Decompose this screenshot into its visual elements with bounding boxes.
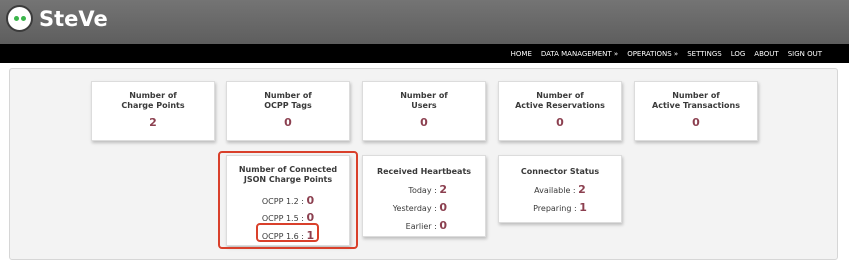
tile-title-line2: Active Transactions [652, 101, 740, 110]
tile-value: 0 [420, 116, 428, 129]
nav-log[interactable]: LOG [731, 50, 746, 58]
tile-title-line1: Number of [264, 91, 312, 100]
tile-title-line1: Number of [400, 91, 448, 100]
status-preparing-row: Preparing : 1 [533, 201, 587, 214]
tile-title: Received Heartbeats [376, 167, 472, 176]
tile-title: Connector Status [520, 167, 600, 176]
top-nav: HOME DATA MANAGEMENT » OPERATIONS » SETT… [0, 44, 849, 63]
tile-ocpp-tags[interactable]: Number of OCPP Tags 0 [226, 81, 350, 141]
tile-received-heartbeats[interactable]: Received Heartbeats Today : 2 Yesterday … [362, 155, 486, 237]
tile-active-transactions[interactable]: Number of Active Transactions 0 [634, 81, 758, 141]
steve-logo-icon [6, 5, 33, 32]
tile-connector-status[interactable]: Connector Status Available : 2 Preparing… [498, 155, 622, 223]
heartbeats-today-row: Today : 2 [408, 183, 447, 196]
status-available-row: Available : 2 [534, 183, 586, 196]
highlight-box-ocpp16 [256, 223, 319, 242]
nav-settings[interactable]: SETTINGS [687, 50, 721, 58]
tile-value: 0 [284, 116, 292, 129]
app-logo[interactable]: SteVe [6, 5, 108, 32]
tile-users[interactable]: Number of Users 0 [362, 81, 486, 141]
tile-title-line2: Users [411, 101, 437, 110]
tile-charge-points[interactable]: Number of Charge Points 2 [91, 81, 215, 141]
tile-title-line2: Charge Points [121, 101, 185, 110]
tile-title-line1: Number of [129, 91, 177, 100]
nav-sign-out[interactable]: SIGN OUT [788, 50, 822, 58]
heartbeats-earlier-row: Earlier : 0 [405, 219, 447, 232]
tile-active-reservations[interactable]: Number of Active Reservations 0 [498, 81, 622, 141]
nav-operations[interactable]: OPERATIONS » [627, 50, 678, 58]
tile-title-line1: Number of [672, 91, 720, 100]
nav-data-management[interactable]: DATA MANAGEMENT » [541, 50, 618, 58]
dashboard-content: Number of Charge Points 2 Number of OCPP… [9, 68, 838, 260]
app-header: SteVe [0, 0, 849, 44]
tile-value: 2 [149, 116, 157, 129]
tile-value: 0 [692, 116, 700, 129]
heartbeats-yesterday-row: Yesterday : 0 [392, 201, 447, 214]
tile-value: 0 [556, 116, 564, 129]
nav-home[interactable]: HOME [511, 50, 532, 58]
app-title: SteVe [39, 6, 108, 31]
tile-title-line2: OCPP Tags [264, 101, 312, 110]
tile-title-line2: Active Reservations [515, 101, 605, 110]
tile-title-line1: Number of [536, 91, 584, 100]
nav-about[interactable]: ABOUT [754, 50, 778, 58]
